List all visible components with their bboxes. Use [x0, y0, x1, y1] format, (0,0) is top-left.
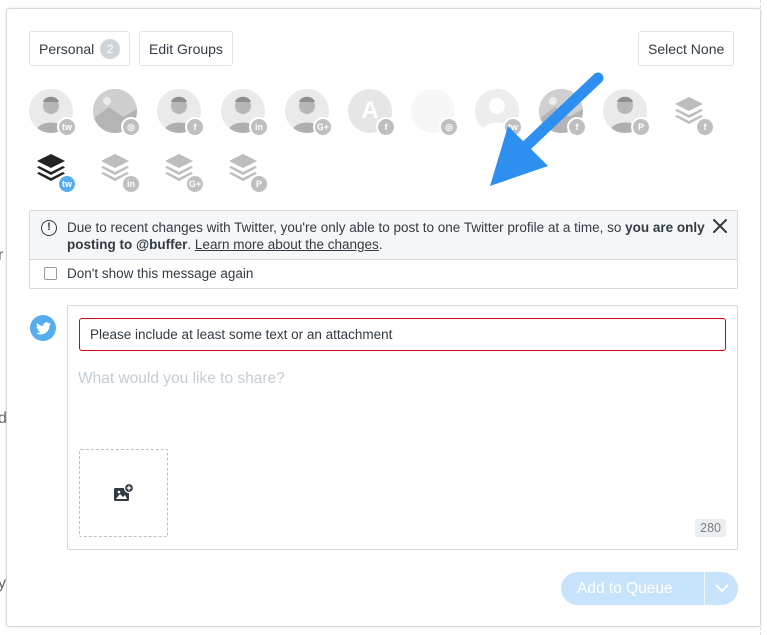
instagram-icon: ◎ [121, 117, 141, 137]
edit-groups-button[interactable]: Edit Groups [139, 31, 233, 66]
twitter-restriction-notice: ! Due to recent changes with Twitter, yo… [29, 210, 738, 289]
button-separator [704, 572, 705, 605]
notice-text: . [378, 237, 383, 252]
profile-avatar-facebook[interactable]: Af [348, 89, 396, 137]
profile-avatar-facebook[interactable]: f [157, 89, 205, 137]
profile-avatar-instagram[interactable]: ◎ [93, 89, 141, 137]
twitter-icon: tw [57, 174, 77, 194]
composer-error-message: Please include at least some text or an … [79, 318, 726, 351]
add-media-button[interactable] [79, 449, 168, 537]
info-icon: ! [41, 220, 57, 236]
select-none-button[interactable]: Select None [638, 31, 735, 66]
annotation-arrow-icon [490, 72, 604, 186]
background-divider [760, 0, 767, 635]
instagram-icon: ◎ [439, 117, 459, 137]
add-to-queue-label: Add to Queue [577, 579, 673, 597]
composer-box: Please include at least some text or an … [67, 305, 738, 550]
profile-avatar-linkedin[interactable]: in [221, 89, 269, 137]
notice-message: Due to recent changes with Twitter, you'… [67, 219, 707, 253]
profile-avatar-twitter[interactable]: tw [29, 146, 77, 194]
facebook-icon: f [695, 117, 715, 137]
facebook-icon: f [376, 117, 396, 137]
notice-text: Due to recent changes with Twitter, you'… [67, 220, 626, 235]
facebook-icon: f [185, 117, 205, 137]
google-plus-icon: G+ [185, 174, 205, 194]
profile-avatar-google-plus[interactable]: G+ [285, 89, 333, 137]
add-to-queue-button[interactable]: Add to Queue [561, 572, 738, 605]
linkedin-icon: in [121, 174, 141, 194]
notice-text: . [187, 237, 195, 252]
profile-avatar-twitter[interactable]: tw [29, 89, 77, 137]
profile-avatar-google-plus[interactable]: G+ [157, 146, 205, 194]
personal-group-label: Personal [39, 40, 95, 57]
personal-group-count-badge: 2 [100, 38, 121, 59]
dont-show-again-label[interactable]: Don't show this message again [67, 266, 253, 281]
google-plus-icon: G+ [313, 117, 333, 137]
chevron-down-icon[interactable] [705, 584, 738, 593]
close-icon[interactable] [711, 217, 729, 235]
profile-avatar-pinterest[interactable]: P [221, 146, 269, 194]
learn-more-link[interactable]: Learn more about the changes [195, 237, 379, 252]
character-count: 280 [695, 519, 726, 537]
profile-avatar-instagram[interactable]: ◎ [411, 89, 459, 137]
profile-avatar-facebook[interactable]: f [667, 89, 715, 137]
linkedin-icon: in [249, 117, 269, 137]
background-text-fragment: r [0, 247, 4, 264]
pinterest-icon: P [249, 174, 269, 194]
pinterest-icon: P [631, 117, 651, 137]
personal-group-button[interactable]: Personal 2 [29, 31, 131, 66]
add-image-icon [113, 483, 134, 501]
twitter-network-icon [30, 315, 56, 341]
composer-text-input[interactable]: What would you like to share? [78, 370, 285, 388]
profile-avatar-linkedin[interactable]: in [93, 146, 141, 194]
dont-show-again-checkbox[interactable] [44, 267, 57, 280]
twitter-icon: tw [57, 117, 77, 137]
